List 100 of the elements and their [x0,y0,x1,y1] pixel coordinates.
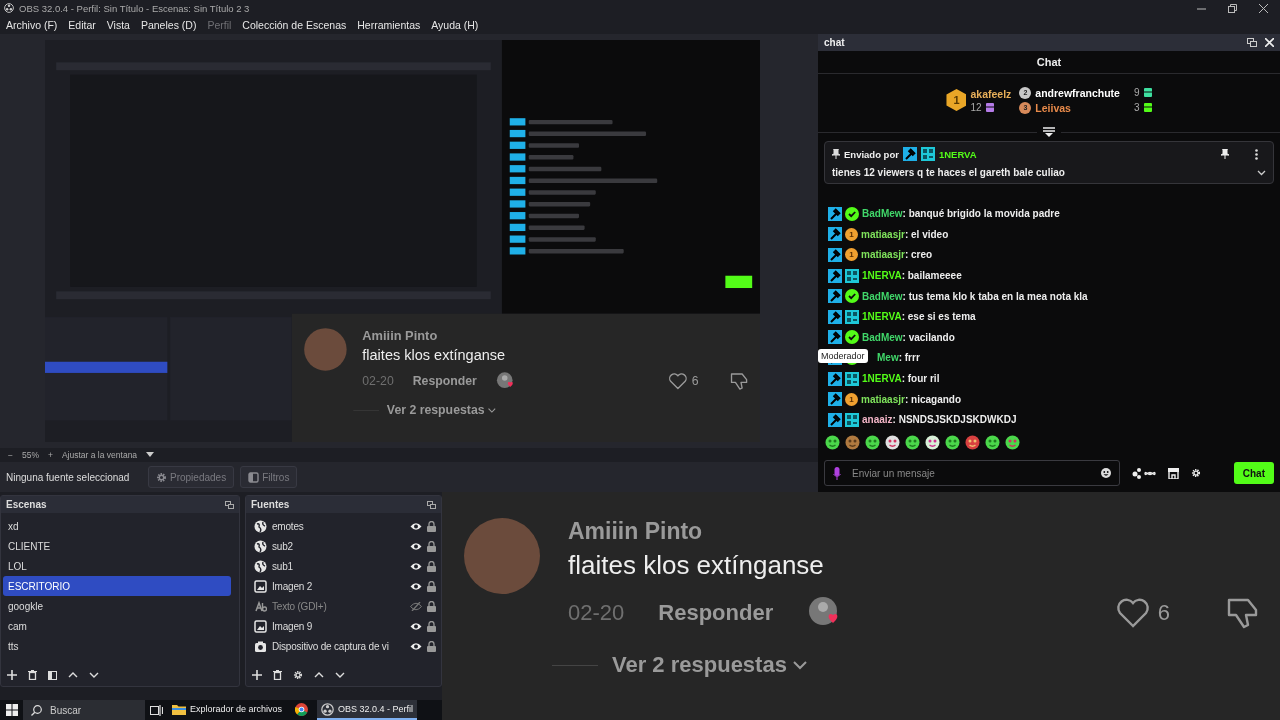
restore-icon[interactable] [1228,3,1237,13]
settings-icon[interactable] [1191,468,1201,478]
pin-icon[interactable] [1221,149,1229,159]
lock-icon[interactable] [427,600,436,612]
eye-slash-icon[interactable] [410,601,422,611]
add-icon[interactable] [252,670,262,680]
source-item[interactable]: Imagen 2 [272,580,405,592]
emote-icon[interactable] [865,434,880,450]
add-icon[interactable] [7,670,17,680]
pixel-badge-icon [845,412,859,427]
settings-icon[interactable] [293,670,303,680]
emote-icon[interactable] [905,434,920,450]
scene-item[interactable]: tts [3,636,231,656]
pinned-by-label: Enviado por [844,148,899,160]
message-field[interactable]: Enviar un mensaje [824,460,1120,486]
message-input[interactable]: Enviar un mensaje [850,466,1092,480]
emoji-icon[interactable] [1101,468,1111,478]
lock-icon[interactable] [427,640,436,652]
source-item[interactable]: Dispositivo de captura de vi [272,640,405,652]
scene-item[interactable]: LOL [3,556,231,576]
task-view-icon[interactable] [150,704,163,716]
reply-button[interactable]: Responder [658,600,774,626]
reply-button[interactable]: Responder [412,374,477,389]
search-field[interactable]: Buscar [48,703,142,717]
menu-item[interactable]: Herramientas [357,19,421,31]
scene-item[interactable]: CLIENTE [3,536,231,556]
dropdown-caret-icon[interactable] [146,452,155,458]
filter-icon[interactable] [48,670,57,680]
chat-message: Mew: frrr [877,352,920,364]
chat-message: BadMew: banqué brigido la movida padre [862,208,1060,220]
move-up-icon[interactable] [68,672,78,678]
emote-icon[interactable] [985,434,1000,450]
taskbar-app[interactable]: OBS 32.0.4 - Perfil [317,700,418,720]
zoom-in-button[interactable]: + [48,450,53,460]
scene-item[interactable]: googkle [3,596,231,616]
emote-icon[interactable] [925,434,940,450]
emote-icon[interactable] [965,434,980,450]
eye-icon[interactable] [410,541,422,551]
scene-item[interactable]: xd [3,516,231,536]
move-up-icon[interactable] [314,672,324,678]
eye-icon[interactable] [410,621,422,631]
panel-title: Fuentes [251,499,290,510]
menu-item[interactable]: Editar [68,19,96,31]
camera-icon [254,639,267,653]
emote-icon[interactable] [945,434,960,450]
more-options-icon[interactable] [1255,148,1258,160]
lock-icon[interactable] [427,520,436,532]
send-chat-button[interactable]: Chat [1233,462,1274,484]
eye-icon[interactable] [410,521,422,531]
menu-item[interactable]: Vista [106,19,130,31]
lock-icon[interactable] [427,540,436,552]
dislike-icon[interactable] [729,371,749,391]
menu-item[interactable]: Colección de Escenas [242,19,347,31]
points-icon[interactable] [1132,467,1156,479]
move-down-icon[interactable] [335,672,345,678]
move-down-icon[interactable] [89,672,99,678]
collapse-icon[interactable] [1043,127,1055,137]
trash-icon[interactable] [28,670,37,680]
source-item[interactable]: emotes [272,520,405,532]
emote-icon[interactable] [1005,434,1020,450]
eye-icon[interactable] [410,561,422,571]
leader-name: andrewfranchute [1035,86,1120,99]
close-icon[interactable] [1259,3,1268,13]
image-icon [254,579,267,593]
float-icon[interactable] [225,500,234,509]
menu-item[interactable]: Ayuda (H) [431,19,479,31]
trash-icon[interactable] [273,670,282,680]
chat-message: 1NERVA: four ril [862,373,940,384]
eye-icon[interactable] [410,581,422,591]
menu-item[interactable]: Archivo (F) [6,19,58,31]
eye-icon[interactable] [410,641,422,651]
source-item[interactable]: Texto (GDI+) [272,600,405,612]
chevron-down-icon[interactable] [1257,169,1266,176]
lock-icon[interactable] [427,620,436,632]
store-icon[interactable] [1168,467,1179,479]
taskbar-app[interactable]: Explorador de archivos [168,700,287,720]
microphone-icon[interactable] [833,466,841,480]
heart-icon[interactable] [1115,598,1150,628]
emote-icon[interactable] [825,434,840,450]
source-item[interactable]: sub1 [272,560,405,572]
scene-item[interactable]: ESCRITORIO [3,576,231,596]
float-icon[interactable] [427,500,436,509]
fit-to-window-dropdown[interactable]: Ajustar a la ventana [61,450,138,460]
zoom-out-button[interactable]: − [8,450,13,460]
taskbar-search-box[interactable]: Buscar [23,700,145,720]
lock-icon[interactable] [427,580,436,592]
view-replies-button[interactable]: Ver 2 respuestas [612,652,807,678]
globe-icon [254,559,267,573]
menu-item[interactable]: Paneles (D) [140,19,197,31]
dislike-icon[interactable] [1226,596,1260,630]
float-icon[interactable] [1247,38,1257,47]
chat-message: 1NERVA: bailameeee [862,270,962,282]
lock-icon[interactable] [427,560,436,572]
emote-icon[interactable] [885,434,900,450]
windows-start-icon[interactable] [6,704,18,716]
view-replies-button[interactable]: Ver 2 respuestas [386,403,496,418]
source-item[interactable]: sub2 [272,540,405,552]
scene-item[interactable]: cam [3,616,231,636]
heart-icon[interactable] [668,372,688,390]
source-item[interactable]: Imagen 9 [272,620,405,632]
